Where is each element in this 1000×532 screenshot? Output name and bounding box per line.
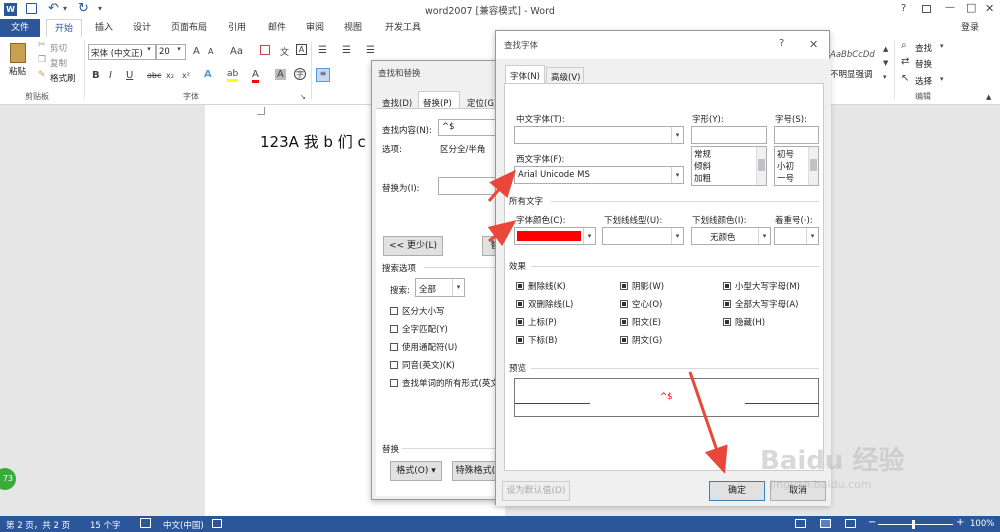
arrow-to-west-font	[487, 169, 516, 202]
word-count[interactable]: 15 个字	[90, 519, 121, 531]
page-status[interactable]: 第 2 页，共 2 页	[6, 519, 70, 531]
zoom-out-button[interactable]: −	[868, 517, 876, 528]
arrow-to-font-color	[487, 220, 517, 247]
web-layout-icon[interactable]	[845, 519, 856, 528]
zoom-slider-track[interactable]	[878, 524, 953, 525]
language-status[interactable]: 中文(中国)	[163, 519, 204, 531]
zoom-level[interactable]: 100%	[970, 519, 994, 529]
arrow-to-ok	[688, 371, 728, 474]
baidu-watermark: Baidu 经验	[760, 446, 905, 476]
status-bar: 第 2 页，共 2 页 15 个字 中文(中国) − + 100%	[0, 516, 1000, 532]
zoom-in-button[interactable]: +	[956, 517, 964, 528]
print-layout-icon[interactable]	[820, 519, 831, 528]
zoom-slider-thumb[interactable]	[912, 520, 915, 529]
macro-icon[interactable]	[212, 519, 222, 528]
proofing-icon[interactable]	[140, 518, 151, 528]
baidu-watermark-url: jingyan.baidu.com	[770, 478, 872, 491]
read-mode-icon[interactable]	[795, 519, 806, 528]
